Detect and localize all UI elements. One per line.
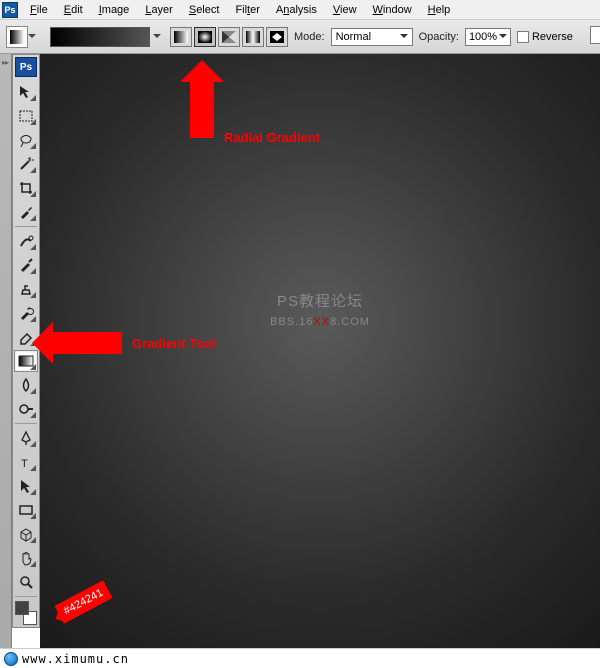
magic-wand-tool[interactable]: [14, 153, 38, 175]
opacity-label: Opacity:: [419, 31, 459, 43]
menu-edit[interactable]: Edit: [56, 2, 91, 18]
opacity-value: 100%: [469, 31, 497, 43]
gradient-type-radial[interactable]: [194, 27, 216, 47]
mode-label: Mode:: [294, 31, 325, 43]
annotation-text-radial: Radial Gradient: [224, 130, 320, 145]
menu-analysis[interactable]: Analysis: [268, 2, 325, 18]
options-bar: Mode: Normal Opacity: 100% Reverse: [0, 20, 600, 54]
marquee-tool[interactable]: [14, 105, 38, 127]
dock-strip[interactable]: ▸▸: [0, 54, 12, 668]
app-icon: Ps: [2, 2, 18, 18]
menu-file[interactable]: File: [22, 2, 56, 18]
3d-tool[interactable]: [14, 523, 38, 545]
watermark-line2: BBS.16XX8.COM: [40, 312, 600, 329]
menu-help[interactable]: Help: [420, 2, 459, 18]
type-tool[interactable]: T: [14, 451, 38, 473]
lasso-tool[interactable]: [14, 129, 38, 151]
reverse-checkbox[interactable]: Reverse: [517, 31, 573, 43]
reverse-label: Reverse: [532, 31, 573, 43]
svg-text:T: T: [21, 458, 28, 470]
menu-select[interactable]: Select: [181, 2, 228, 18]
clone-stamp-tool[interactable]: [14, 278, 38, 300]
gradient-type-diamond[interactable]: [266, 27, 288, 47]
menu-image[interactable]: Image: [91, 2, 138, 18]
menu-view[interactable]: View: [325, 2, 365, 18]
menu-filter[interactable]: Filter: [227, 2, 267, 18]
annotation-arrow-radial: [190, 78, 214, 138]
move-tool[interactable]: [14, 81, 38, 103]
blur-tool[interactable]: [14, 374, 38, 396]
crop-tool[interactable]: [14, 177, 38, 199]
menu-window[interactable]: Window: [365, 2, 420, 18]
annotation-text-gradient-tool: Gradient Tool: [132, 336, 216, 351]
dither-checkbox-partial[interactable]: [590, 26, 600, 44]
mode-select[interactable]: Normal: [331, 28, 413, 46]
mode-value: Normal: [336, 31, 371, 43]
brush-tool[interactable]: [14, 254, 38, 276]
chevron-down-icon: [400, 34, 408, 42]
zoom-tool[interactable]: [14, 571, 38, 593]
hand-tool[interactable]: [14, 547, 38, 569]
healing-brush-tool[interactable]: [14, 230, 38, 252]
opacity-input[interactable]: 100%: [465, 28, 511, 46]
pen-tool[interactable]: [14, 427, 38, 449]
annotation-arrow-gradient-tool: [50, 332, 122, 354]
chevron-down-icon: [499, 34, 507, 42]
checkbox-icon: [517, 31, 529, 43]
menu-layer[interactable]: Layer: [137, 2, 181, 18]
eyedropper-tool[interactable]: [14, 201, 38, 223]
gradient-type-angle[interactable]: [218, 27, 240, 47]
menu-bar: Ps File Edit Image Layer Select Filter A…: [0, 0, 600, 20]
gradient-editor[interactable]: [50, 27, 150, 47]
watermark-line1: PS教程论坛: [40, 290, 600, 311]
dodge-tool[interactable]: [14, 398, 38, 420]
globe-icon: [4, 652, 18, 666]
path-selection-tool[interactable]: [14, 475, 38, 497]
footer-url: www.ximumu.cn: [22, 652, 129, 666]
gradient-type-reflected[interactable]: [242, 27, 264, 47]
footer-bar: www.ximumu.cn: [0, 648, 600, 668]
expand-icon: ▸▸: [2, 58, 8, 67]
gradient-type-group: [170, 27, 288, 47]
foreground-color-swatch[interactable]: [15, 601, 29, 615]
gradient-type-linear[interactable]: [170, 27, 192, 47]
ps-badge: Ps: [15, 57, 37, 77]
history-brush-tool[interactable]: [14, 302, 38, 324]
shape-tool[interactable]: [14, 499, 38, 521]
color-swatches[interactable]: [15, 601, 37, 625]
tool-preset-picker[interactable]: [6, 26, 28, 48]
